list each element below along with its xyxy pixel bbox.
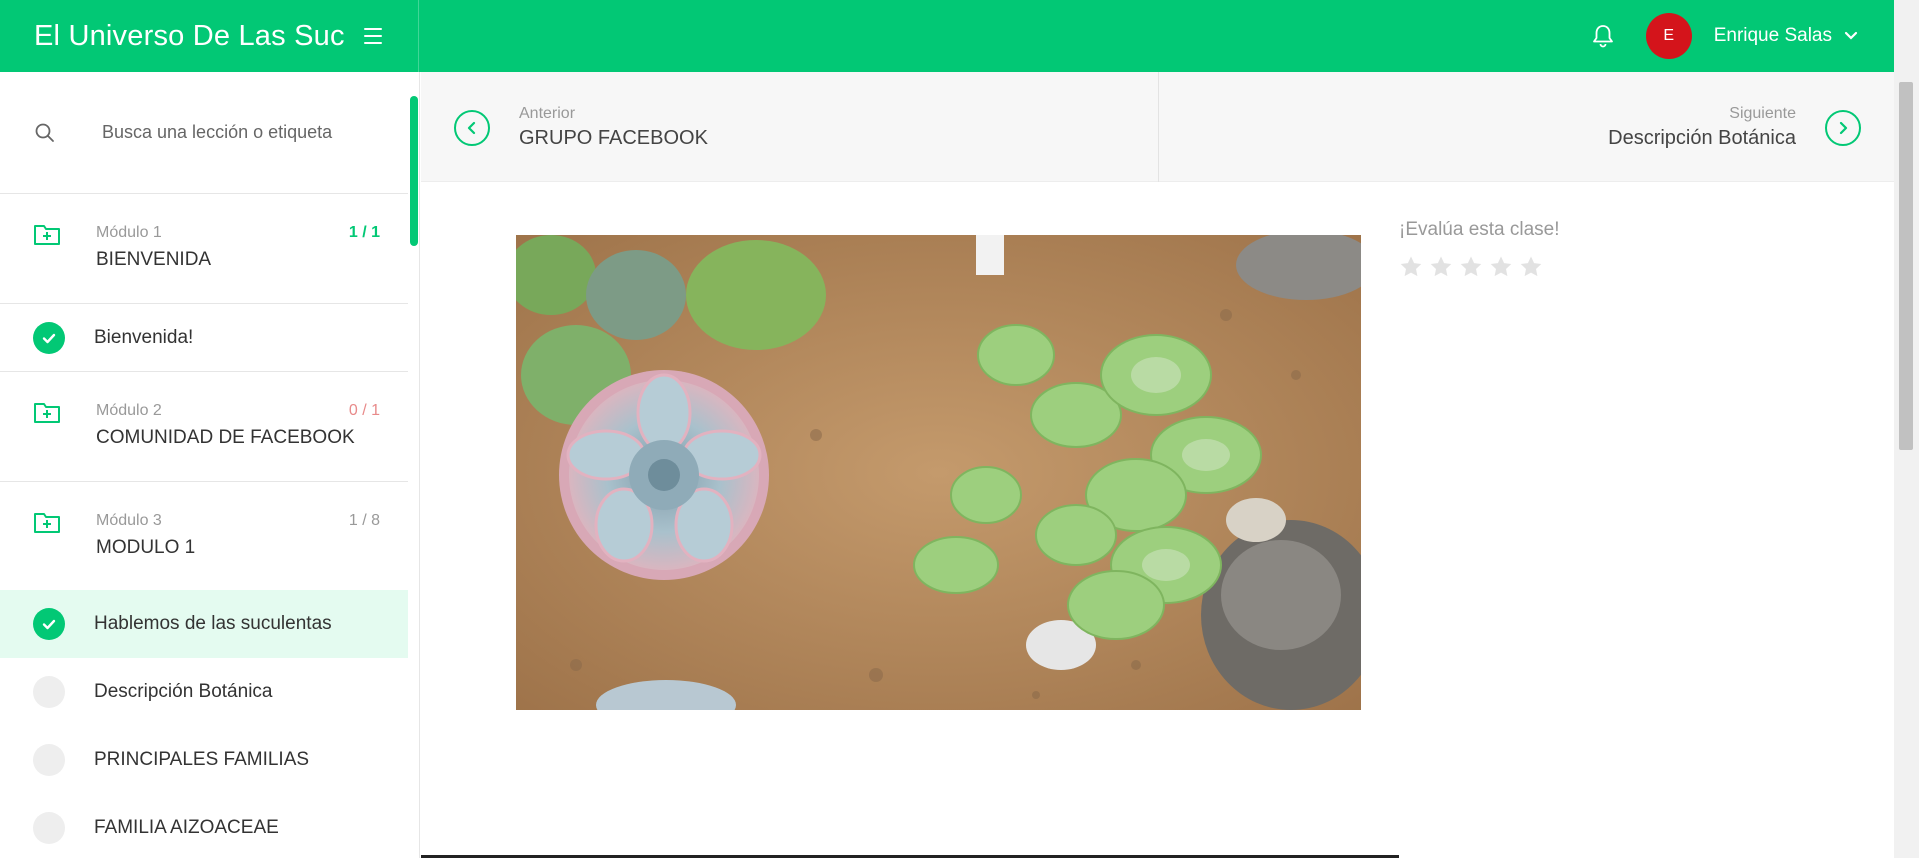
module-2[interactable]: Módulo 2 COMUNIDAD DE FACEBOOK 0 / 1 (0, 372, 408, 482)
lesson-item[interactable]: Descripción Botánica (0, 658, 408, 726)
lesson-image (516, 235, 1361, 710)
pending-icon (33, 812, 65, 844)
star-icon[interactable] (1489, 255, 1513, 279)
module-1[interactable]: Módulo 1 BIENVENIDA 1 / 1 (0, 194, 408, 304)
brand: El Universo De Las Suc (0, 0, 419, 72)
folder-plus-icon (34, 513, 60, 533)
module-progress: 1 / 1 (348, 224, 380, 241)
lesson-item[interactable]: Bienvenida! (0, 304, 408, 372)
lesson-rating: ¡Evalúa esta clase! (1399, 219, 1560, 279)
lesson-search (0, 72, 408, 194)
next-title: Descripción Botánica (1608, 127, 1796, 149)
module-title: COMUNIDAD DE FACEBOOK (96, 427, 355, 448)
chevron-right-icon (1825, 110, 1861, 146)
user-menu[interactable]: Enrique Salas (1714, 25, 1858, 47)
module-progress: 1 / 8 (348, 512, 380, 529)
next-label: Siguiente (1729, 105, 1796, 122)
star-icon[interactable] (1459, 255, 1483, 279)
page-scrollbar-thumb[interactable] (1899, 82, 1913, 450)
lesson-item-active[interactable]: Hablemos de las suculentas (0, 590, 408, 658)
chevron-left-icon (454, 110, 490, 146)
page-scrollbar[interactable] (1894, 0, 1919, 858)
avatar[interactable]: E (1645, 13, 1692, 59)
previous-lesson-link[interactable]: Anterior GRUPO FACEBOOK (421, 72, 1159, 182)
lesson-title: Bienvenida! (94, 326, 194, 348)
module-label: Módulo 3 (96, 512, 162, 529)
module-progress: 0 / 1 (348, 402, 380, 419)
star-icon[interactable] (1399, 255, 1423, 279)
check-icon (33, 608, 65, 640)
search-icon (35, 123, 54, 142)
lesson-title: Descripción Botánica (94, 681, 273, 702)
chevron-down-icon (1844, 31, 1858, 40)
lesson-item[interactable]: FAMILIA AIZOACEAE (0, 794, 408, 858)
sidebar: Módulo 1 BIENVENIDA 1 / 1 Bienvenida! Mó… (0, 72, 420, 858)
lesson-navigation: Anterior GRUPO FACEBOOK Siguiente Descri… (421, 72, 1894, 182)
pending-icon (33, 744, 65, 776)
pending-icon (33, 676, 65, 708)
module-title: BIENVENIDA (96, 249, 212, 270)
check-icon (33, 321, 65, 354)
lesson-title: Hablemos de las suculentas (94, 613, 332, 634)
module-label: Módulo 1 (96, 224, 162, 241)
menu-icon[interactable] (364, 28, 382, 44)
search-input[interactable] (102, 122, 372, 143)
folder-plus-icon (34, 225, 60, 245)
top-bar: El Universo De Las Suc E Enrique Salas (0, 0, 1894, 72)
bell-icon[interactable] (1590, 23, 1616, 49)
next-lesson-link[interactable]: Siguiente Descripción Botánica (1159, 72, 1894, 182)
user-name: Enrique Salas (1713, 25, 1832, 46)
rating-stars (1399, 255, 1560, 279)
lesson-title: FAMILIA AIZOACEAE (94, 817, 279, 838)
module-3[interactable]: Módulo 3 MODULO 1 1 / 8 (0, 482, 408, 590)
folder-plus-icon (34, 403, 60, 423)
lesson-title: PRINCIPALES FAMILIAS (94, 749, 310, 770)
sidebar-scrollbar[interactable] (410, 96, 418, 246)
star-icon[interactable] (1519, 255, 1543, 279)
rating-label: ¡Evalúa esta clase! (1399, 219, 1560, 240)
module-title: MODULO 1 (96, 537, 196, 558)
previous-title: GRUPO FACEBOOK (519, 127, 708, 149)
previous-label: Anterior (519, 105, 576, 122)
lesson-item[interactable]: PRINCIPALES FAMILIAS (0, 726, 408, 794)
course-title[interactable]: El Universo De Las Suc (34, 20, 350, 53)
star-icon[interactable] (1429, 255, 1453, 279)
module-label: Módulo 2 (96, 402, 162, 419)
